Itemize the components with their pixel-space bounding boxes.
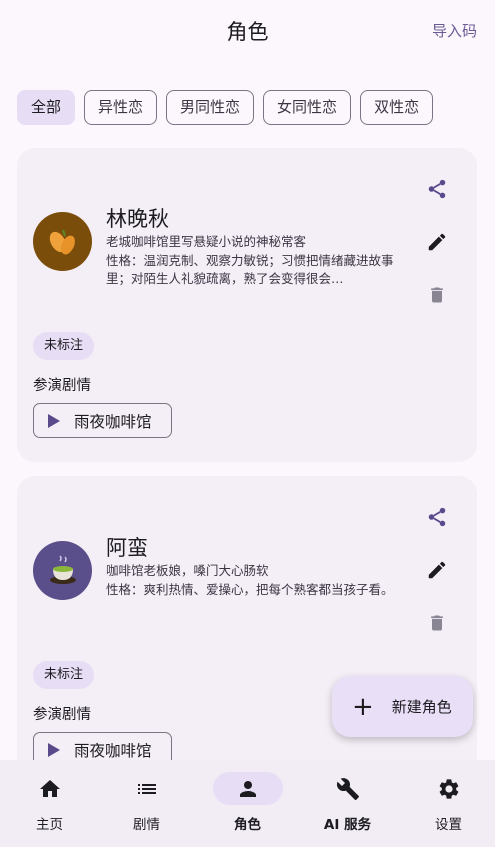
nav-icon-container xyxy=(15,772,85,805)
nav-label: 主页 xyxy=(36,817,63,833)
play-icon xyxy=(48,742,60,757)
nav-icon-container xyxy=(112,772,182,805)
nav-item-ai-service[interactable]: AI 服务 xyxy=(298,760,397,847)
nav-item-characters[interactable]: 角色 xyxy=(198,760,297,847)
gear-icon xyxy=(439,778,458,799)
page-title: 角色 xyxy=(226,20,269,44)
delete-button[interactable] xyxy=(423,609,451,637)
tea-cup-icon xyxy=(49,554,76,584)
sweet-potato-icon xyxy=(49,229,75,254)
home-icon xyxy=(39,779,60,797)
stories-label: 参演剧情 xyxy=(33,378,91,394)
fab-label: 新建角色 xyxy=(391,698,452,716)
story-button[interactable]: 雨夜咖啡馆 xyxy=(33,403,172,438)
pencil-icon xyxy=(428,561,446,579)
filter-chip-hetero[interactable]: 异性恋 xyxy=(84,90,158,125)
status-badge: 未标注 xyxy=(33,661,95,689)
avatar xyxy=(33,212,92,271)
person-icon xyxy=(239,780,256,797)
delete-button[interactable] xyxy=(423,281,451,309)
nav-icon-container xyxy=(212,772,283,805)
character-tagline: 老城咖啡馆里写悬疑小说的神秘常客 xyxy=(106,234,307,249)
orientation-filter-bar: 全部 异性恋 男同性恋 女同性恋 双性恋 xyxy=(17,90,434,125)
filter-chip-lesbian[interactable]: 女同性恋 xyxy=(263,90,352,125)
top-app-bar: 角色 导入码 xyxy=(0,0,495,64)
play-icon xyxy=(48,413,60,428)
nav-icon-container xyxy=(313,772,383,805)
character-personality: 性格：爽利热情、爱操心，把每个熟客都当孩子看。 xyxy=(106,582,394,597)
nav-item-home[interactable]: 主页 xyxy=(0,760,99,847)
edit-button[interactable] xyxy=(423,228,451,256)
character-name: 阿蛮 xyxy=(106,536,148,560)
nav-icon-container xyxy=(414,772,484,805)
import-code-button[interactable]: 导入码 xyxy=(432,20,477,41)
nav-item-settings[interactable]: 设置 xyxy=(399,760,495,847)
plus-icon: + xyxy=(352,691,374,722)
character-personality: 性格：温润克制、观察力敏锐；习惯把情绪藏进故事里；对陌生人礼貌疏离，熟了会变得很… xyxy=(106,253,394,286)
filter-chip-all[interactable]: 全部 xyxy=(17,90,76,125)
pencil-icon xyxy=(428,233,446,251)
story-title: 雨夜咖啡馆 xyxy=(74,741,152,760)
nav-label: 剧情 xyxy=(133,817,160,833)
filter-chip-gay[interactable]: 男同性恋 xyxy=(166,90,255,125)
stories-label: 参演剧情 xyxy=(33,707,91,723)
share-button[interactable] xyxy=(423,503,451,531)
filter-chip-bi[interactable]: 双性恋 xyxy=(360,90,434,125)
edit-button[interactable] xyxy=(423,556,451,584)
wrench-icon xyxy=(336,777,359,800)
nav-label: AI 服务 xyxy=(323,817,372,833)
share-icon xyxy=(428,507,446,527)
character-name: 林晚秋 xyxy=(106,207,169,231)
nav-item-stories[interactable]: 剧情 xyxy=(97,760,196,847)
trash-icon xyxy=(431,615,443,631)
share-icon xyxy=(428,179,446,199)
status-badge: 未标注 xyxy=(33,332,95,360)
list-icon xyxy=(137,783,156,794)
trash-icon xyxy=(431,287,443,303)
avatar xyxy=(33,541,92,600)
character-card[interactable]: 林晚秋 老城咖啡馆里写悬疑小说的神秘常客 性格：温润克制、观察力敏锐；习惯把情绪… xyxy=(17,148,477,462)
new-character-button[interactable]: + 新建角色 xyxy=(332,676,473,737)
character-tagline: 咖啡馆老板娘，嗓门大心肠软 xyxy=(106,563,269,578)
story-title: 雨夜咖啡馆 xyxy=(74,412,152,431)
bottom-navigation: 主页 剧情 角色 AI 服务 设置 xyxy=(0,760,495,847)
nav-label: 设置 xyxy=(435,817,462,833)
share-button[interactable] xyxy=(423,175,451,203)
nav-label: 角色 xyxy=(234,817,261,833)
